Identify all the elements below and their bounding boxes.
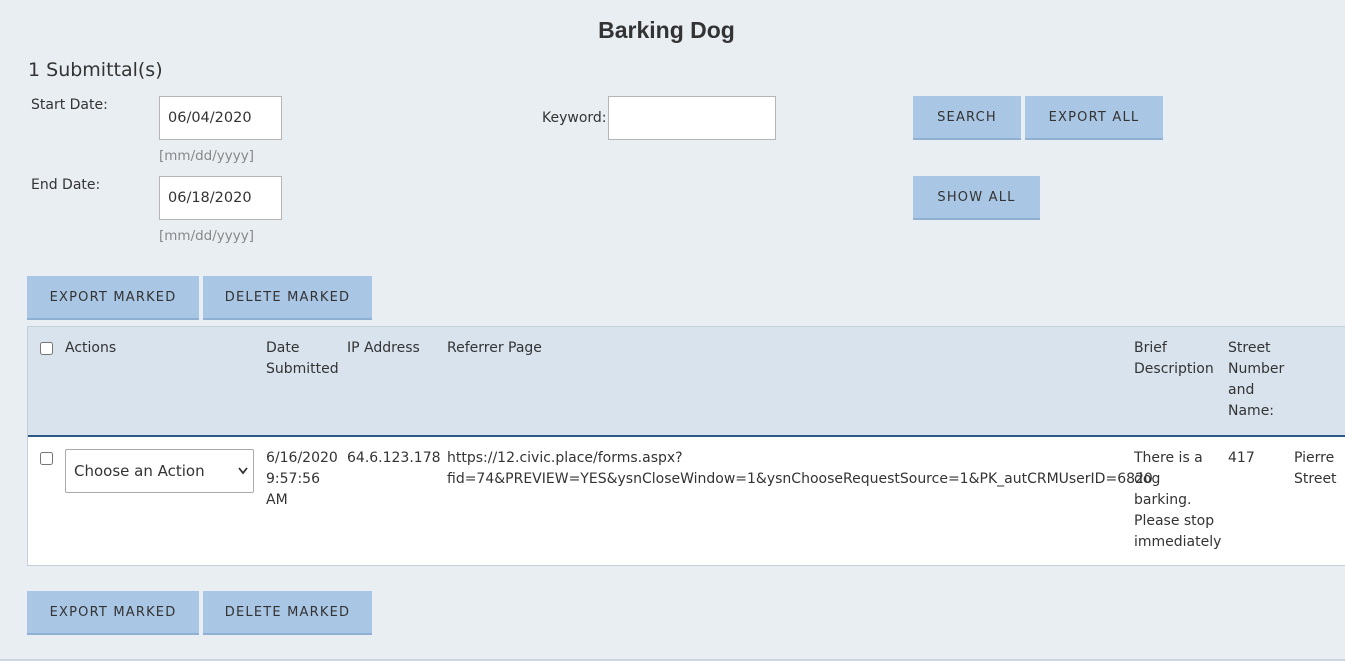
page-title: Barking Dog (598, 17, 735, 43)
cell-street-number: 417 (1228, 450, 1255, 466)
page: Barking Dog 1 Submittal(s) Start Date: [… (0, 0, 1345, 661)
action-select-value: Choose an Action (74, 462, 205, 480)
column-ip-address: IP Address (347, 340, 420, 356)
end-date-hint: [mm/dd/yyyy] (159, 228, 255, 244)
show-all-button[interactable]: SHOW ALL (913, 176, 1040, 220)
cell-referrer-page: https://12.civic.place/forms.aspx? fid=7… (447, 450, 1153, 487)
submittal-count: 1 Submittal(s) (28, 59, 163, 81)
column-brief-description: Brief Description (1134, 340, 1214, 377)
select-all-checkbox[interactable] (40, 342, 53, 355)
cell-brief-description: There is a dog barking. Please stop imme… (1134, 450, 1222, 550)
row-checkbox[interactable] (40, 452, 53, 465)
cell-date-submitted: 6/16/2020 9:57:56 AM (266, 450, 338, 508)
search-button[interactable]: SEARCH (913, 96, 1021, 140)
column-street-number-name: Street Number and Name: (1228, 340, 1285, 419)
export-marked-button-top[interactable]: EXPORT MARKED (27, 276, 199, 320)
start-date-label: Start Date: (31, 97, 108, 113)
submittals-table: Actions Date Submitted IP Address Referr… (27, 326, 1345, 566)
action-select[interactable]: Choose an Action (65, 449, 254, 493)
delete-marked-button-bottom[interactable]: DELETE MARKED (203, 591, 372, 635)
cell-street-name: Pierre Street (1294, 450, 1337, 487)
export-all-button[interactable]: EXPORT ALL (1025, 96, 1163, 140)
column-referrer-page: Referrer Page (447, 340, 542, 356)
end-date-label: End Date: (31, 177, 101, 193)
column-date-submitted: Date Submitted (266, 340, 339, 377)
export-marked-button-bottom[interactable]: EXPORT MARKED (27, 591, 199, 635)
end-date-input[interactable] (159, 176, 282, 220)
cell-ip-address: 64.6.123.178 (347, 450, 441, 466)
keyword-label: Keyword: (542, 110, 607, 126)
delete-marked-button-top[interactable]: DELETE MARKED (203, 276, 372, 320)
start-date-hint: [mm/dd/yyyy] (159, 148, 255, 164)
chevron-down-icon (238, 467, 248, 475)
start-date-input[interactable] (159, 96, 282, 140)
table-header: Actions Date Submitted IP Address Referr… (28, 327, 1345, 437)
column-actions: Actions (65, 340, 117, 356)
keyword-input[interactable] (608, 96, 776, 140)
